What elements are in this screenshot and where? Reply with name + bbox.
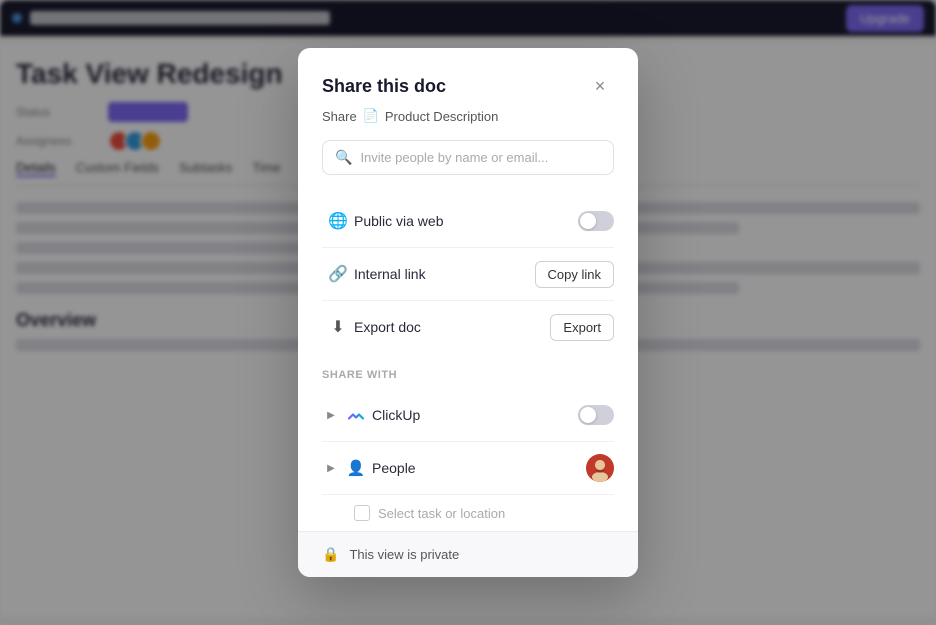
- footer-text: This view is private: [349, 547, 459, 562]
- public-via-web-label: Public via web: [354, 213, 578, 229]
- people-share-row: ▶ 👤 People: [322, 442, 614, 495]
- lock-icon: 🔒: [322, 546, 339, 563]
- person-icon: 👤: [340, 452, 372, 484]
- invite-search-box[interactable]: 🔍: [322, 140, 614, 175]
- share-prefix: Share: [322, 109, 357, 124]
- modal-title: Share this doc: [322, 76, 446, 97]
- clickup-icon: [340, 399, 372, 431]
- export-button[interactable]: Export: [550, 314, 614, 341]
- clickup-label: ClickUp: [372, 407, 578, 423]
- export-doc-row: ⬇ Export doc Export: [322, 301, 614, 353]
- select-location-text: Select task or location: [378, 506, 505, 521]
- share-modal: Share this doc × Share 📄 Product Descrip…: [298, 48, 638, 577]
- modal-footer: 🔒 This view is private: [298, 531, 638, 577]
- close-button[interactable]: ×: [586, 72, 614, 100]
- people-avatar: [586, 454, 614, 482]
- doc-icon: 📄: [363, 108, 379, 124]
- clickup-expand-button[interactable]: ▶: [322, 406, 340, 424]
- globe-icon: 🌐: [322, 205, 354, 237]
- modal-overlay: Share this doc × Share 📄 Product Descrip…: [0, 0, 936, 625]
- search-input[interactable]: [360, 150, 601, 165]
- clickup-toggle[interactable]: [578, 405, 614, 425]
- people-expand-button[interactable]: ▶: [322, 459, 340, 477]
- share-options-list: 🌐 Public via web 🔗 Internal link Copy li…: [322, 195, 614, 353]
- share-with-label: SHARE WITH: [322, 353, 614, 389]
- export-doc-label: Export doc: [354, 319, 550, 335]
- public-via-web-row: 🌐 Public via web: [322, 195, 614, 248]
- modal-subtitle: Share 📄 Product Description: [322, 108, 614, 124]
- public-via-web-toggle[interactable]: [578, 211, 614, 231]
- location-icon: [354, 505, 370, 521]
- people-label: People: [372, 460, 586, 476]
- select-location-row[interactable]: Select task or location: [322, 495, 614, 531]
- export-icon: ⬇: [322, 311, 354, 343]
- internal-link-label: Internal link: [354, 266, 535, 282]
- internal-link-row: 🔗 Internal link Copy link: [322, 248, 614, 301]
- clickup-share-row: ▶ ClickUp: [322, 389, 614, 442]
- search-icon: 🔍: [335, 149, 352, 166]
- doc-name: Product Description: [385, 109, 498, 124]
- copy-link-button[interactable]: Copy link: [535, 261, 614, 288]
- link-icon: 🔗: [322, 258, 354, 290]
